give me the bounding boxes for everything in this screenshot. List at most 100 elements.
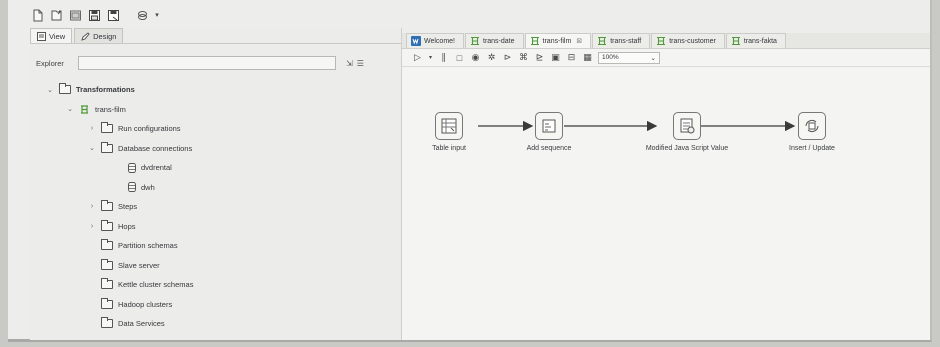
explorer-actions: ⇲ ☰ — [346, 59, 364, 68]
step-label: Insert / Update — [789, 145, 835, 152]
transformation-editor: Welcome! trans-date trans-film ⊠ trans-s… — [402, 33, 930, 340]
tree-item-label: dwh — [141, 182, 155, 192]
tab-label: trans-customer — [669, 37, 716, 45]
tab-design[interactable]: Design — [74, 28, 124, 43]
transformation-icon — [731, 36, 740, 46]
tab-label: Welcome! — [424, 37, 455, 45]
chevron-right-icon[interactable]: › — [88, 223, 96, 230]
transformation-icon — [530, 36, 539, 46]
folder-icon — [101, 141, 113, 153]
tree-item-trans-film[interactable]: ⌄ trans-film — [30, 100, 401, 120]
perspective-icon[interactable] — [135, 8, 150, 23]
collapse-all-icon[interactable]: ☰ — [357, 59, 364, 68]
chevron-down-icon[interactable]: ▾ — [428, 52, 433, 63]
zoom-select[interactable]: 100% ⌄ — [598, 51, 660, 64]
transformation-icon — [81, 105, 88, 114]
folder-icon — [59, 83, 71, 95]
tab-trans-customer[interactable]: trans-customer — [651, 33, 725, 48]
explore-repository-icon[interactable] — [68, 8, 83, 23]
tree-item-label: Partition schemas — [118, 241, 178, 251]
folder-icon — [101, 258, 113, 270]
transformation-icon — [598, 36, 607, 46]
main-toolbar: ▾ — [30, 6, 160, 24]
folder-icon — [101, 122, 113, 134]
tab-view-label: View — [49, 31, 66, 41]
tab-label: trans-fakta — [743, 37, 777, 45]
debug-icon[interactable]: ✲ — [486, 52, 497, 63]
folder-icon — [101, 278, 113, 290]
save-as-icon[interactable] — [106, 8, 121, 23]
chevron-right-icon[interactable]: › — [88, 125, 96, 132]
transformation-icon — [471, 36, 479, 46]
save-icon[interactable] — [87, 8, 102, 23]
chevron-down-icon: ⌄ — [650, 54, 656, 62]
folder-icon — [101, 317, 113, 329]
chevron-down-icon[interactable]: ⌄ — [88, 144, 96, 152]
sql-icon[interactable]: ▣ — [550, 52, 561, 63]
verify-icon[interactable]: ⌘ — [518, 52, 529, 63]
zoom-value: 100% — [602, 54, 619, 61]
app-window: ▾ View Design Explorer ⇲ ☰ ⌄ Transformat… — [8, 0, 932, 342]
pencil-icon — [81, 31, 90, 41]
tree-item-label: Transformations — [76, 85, 135, 95]
close-icon[interactable]: ⊠ — [576, 37, 582, 45]
database-icon — [128, 182, 136, 193]
step-label: Modified Java Script Value — [645, 145, 729, 152]
transformation-canvas[interactable]: Table input Add sequence Modified Java S… — [402, 68, 930, 340]
tab-trans-film[interactable]: trans-film ⊠ — [524, 33, 592, 48]
tab-view[interactable]: View — [30, 28, 73, 43]
expand-all-icon[interactable]: ⇲ — [346, 59, 353, 68]
open-icon[interactable] — [49, 8, 64, 23]
tree-item-run-configurations[interactable]: › Run configurations — [30, 119, 401, 139]
tree-item-slave-server[interactable]: Slave server — [30, 256, 401, 276]
tab-welcome[interactable]: Welcome! — [406, 33, 464, 48]
tab-label: trans-staff — [610, 37, 642, 45]
replay-icon[interactable]: ⊳ — [502, 52, 513, 63]
view-icon — [37, 31, 46, 41]
chevron-down-icon[interactable]: ⌄ — [46, 86, 54, 94]
pause-icon[interactable]: ∥ — [438, 52, 449, 63]
tree-item-transformations[interactable]: ⌄ Transformations — [30, 80, 401, 100]
insert-update-icon — [798, 112, 826, 140]
tree-item-label: Steps — [118, 202, 138, 212]
step-add-sequence[interactable]: Add sequence — [517, 112, 581, 152]
chevron-down-icon[interactable]: ⌄ — [66, 105, 74, 113]
chevron-down-icon[interactable]: ▾ — [154, 8, 160, 23]
tree-item-steps[interactable]: › Steps — [30, 197, 401, 217]
exploredb-icon[interactable]: ⊟ — [566, 52, 577, 63]
tree-item-hadoop-clusters[interactable]: Hadoop clusters — [30, 295, 401, 315]
explorer-search-input[interactable] — [78, 56, 336, 70]
preview-icon[interactable]: ◉ — [470, 52, 481, 63]
run-icon[interactable]: ▷ — [412, 52, 423, 63]
tab-label: trans-date — [483, 37, 515, 45]
step-table-input[interactable]: Table input — [424, 112, 474, 152]
explorer-tree: ⌄ Transformations ⌄ trans-film › Run con… — [30, 80, 401, 334]
step-insert-update[interactable]: Insert / Update — [772, 112, 852, 152]
tree-item-label: Run configurations — [118, 124, 181, 134]
step-modified-java-script-value[interactable]: Modified Java Script Value — [612, 112, 762, 152]
step-label: Add sequence — [526, 145, 572, 152]
tree-item-dwh[interactable]: dwh — [30, 178, 401, 198]
tree-item-database-connections[interactable]: ⌄ Database connections — [30, 139, 401, 159]
tree-item-label: Hadoop clusters — [118, 299, 173, 309]
tree-item-data-services[interactable]: Data Services — [30, 314, 401, 334]
step-label: Table input — [432, 145, 466, 152]
hops-layer — [478, 120, 796, 132]
tab-trans-fakta[interactable]: trans-fakta — [725, 33, 786, 48]
new-file-icon[interactable] — [30, 8, 45, 23]
chevron-right-icon[interactable]: › — [88, 203, 96, 210]
tree-item-dvdrental[interactable]: dvdrental — [30, 158, 401, 178]
folder-icon — [101, 219, 113, 231]
tab-trans-staff[interactable]: trans-staff — [592, 33, 651, 48]
tree-item-kettle-cluster-schemas[interactable]: Kettle cluster schemas — [30, 275, 401, 295]
tree-item-hops[interactable]: › Hops — [30, 217, 401, 237]
show-results-icon[interactable]: ▦ — [582, 52, 593, 63]
folder-icon — [101, 297, 113, 309]
stop-icon[interactable]: □ — [454, 52, 465, 63]
table-input-icon — [435, 112, 463, 140]
tab-trans-date[interactable]: trans-date — [465, 33, 524, 48]
tree-item-partition-schemas[interactable]: Partition schemas — [30, 236, 401, 256]
tree-item-label: Database connections — [118, 143, 193, 153]
impact-icon[interactable]: ⊵ — [534, 52, 545, 63]
add-sequence-icon — [535, 112, 563, 140]
